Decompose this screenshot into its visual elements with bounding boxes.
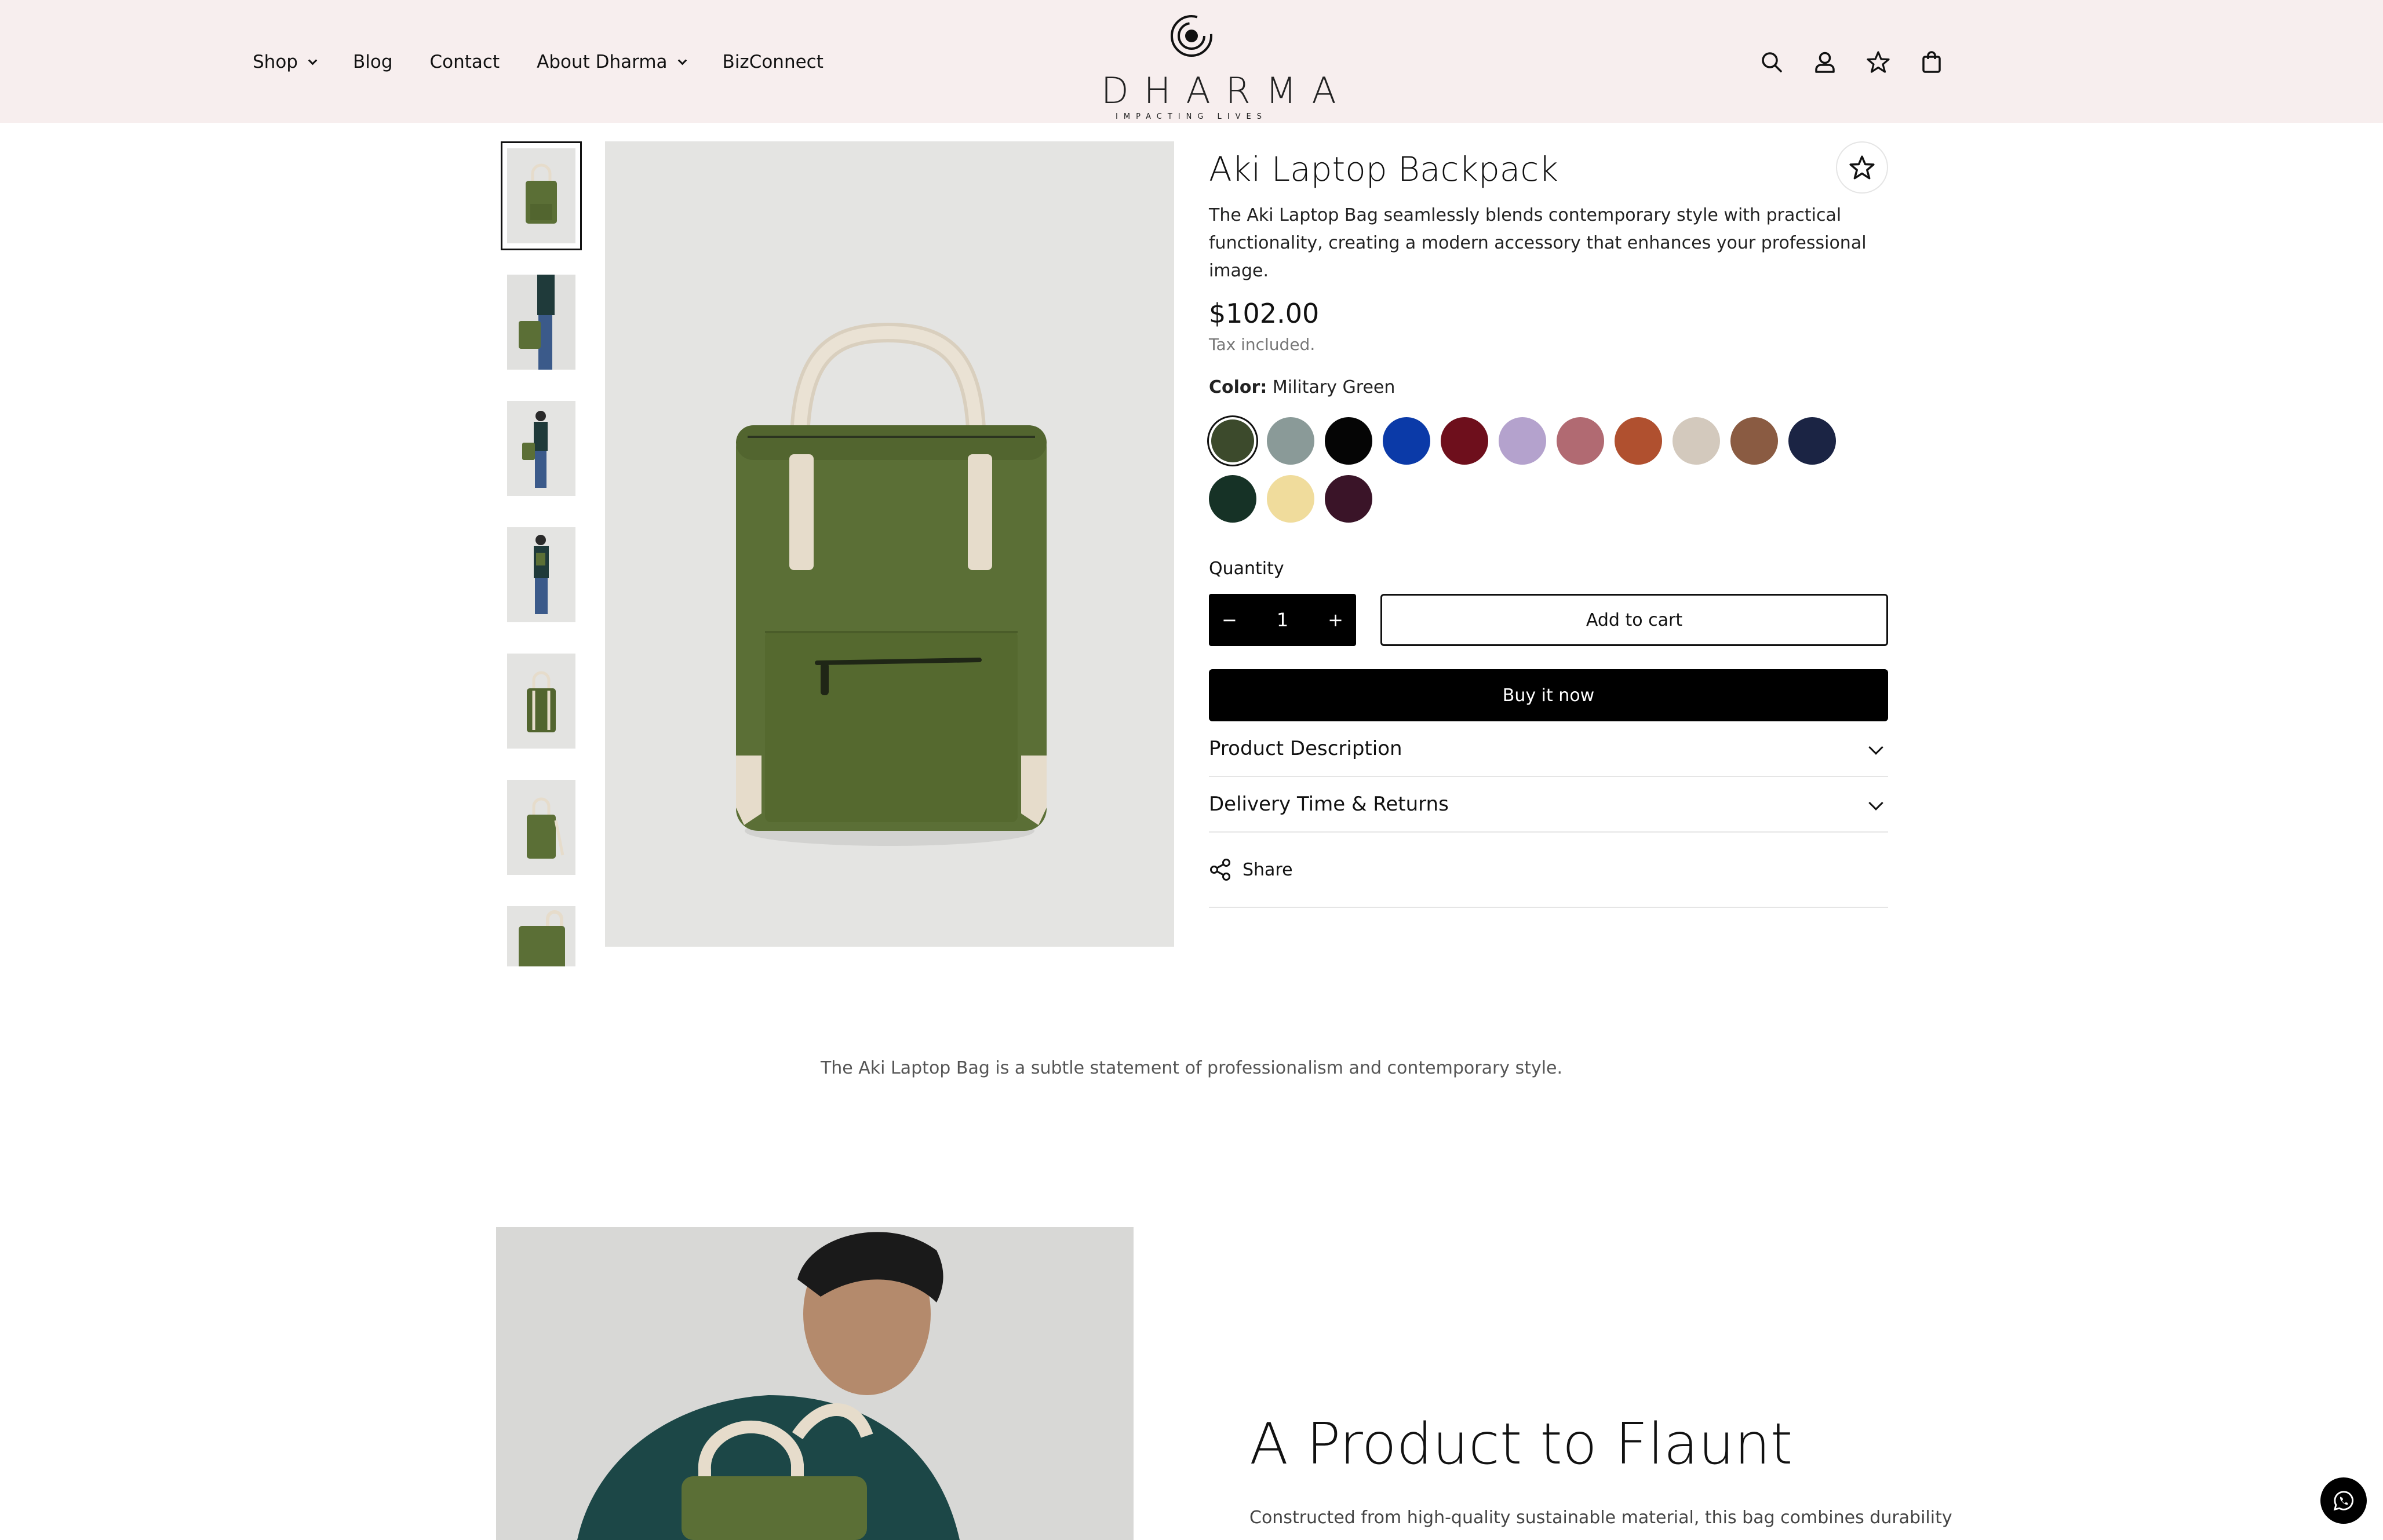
- color-swatch[interactable]: [1441, 417, 1488, 465]
- quantity-decrease-button[interactable]: −: [1222, 609, 1237, 631]
- thumbnail-image: [507, 906, 575, 966]
- main-nav: Shop Blog Contact About Dharma BizConnec…: [253, 48, 861, 76]
- thumbnail-image: [507, 780, 575, 875]
- thumbnail-3[interactable]: [501, 394, 582, 503]
- feature-text: Constructed from high-quality sustainabl…: [1249, 1508, 1952, 1528]
- product-info: Aki Laptop Backpack The Aki Laptop Bag s…: [1209, 141, 1888, 908]
- main-product-image[interactable]: [605, 141, 1174, 947]
- quantity-stepper: − 1 +: [1209, 594, 1356, 646]
- nav-contact[interactable]: Contact: [430, 52, 500, 72]
- backpack-illustration: [605, 141, 1174, 947]
- chevron-down-icon: [1868, 740, 1883, 755]
- star-icon: [1849, 155, 1875, 180]
- logo-tagline: IMPACTING LIVES: [1116, 112, 1267, 121]
- share-button[interactable]: Share: [1209, 833, 1888, 908]
- color-label: Color:: [1209, 377, 1267, 397]
- color-swatches: [1209, 417, 1858, 533]
- color-swatch[interactable]: [1730, 417, 1778, 465]
- cart-bag-icon[interactable]: [1916, 46, 1947, 78]
- chevron-down-icon: [677, 56, 687, 65]
- color-swatch[interactable]: [1209, 475, 1256, 523]
- product-title: Aki Laptop Backpack: [1209, 149, 1558, 189]
- product-tagline: The Aki Laptop Bag is a subtle statement…: [820, 1058, 1563, 1078]
- thumbnail-6[interactable]: [501, 773, 582, 882]
- thumbnail-strip: [501, 141, 582, 966]
- nav-contact-label: Contact: [429, 52, 500, 72]
- wishlist-star-icon[interactable]: [1863, 46, 1894, 78]
- logo-mark-icon: [1171, 15, 1212, 57]
- color-swatch[interactable]: [1615, 417, 1662, 465]
- product-description: The Aki Laptop Bag seamlessly blends con…: [1209, 205, 1867, 281]
- color-swatch[interactable]: [1267, 417, 1314, 465]
- model-with-backpack-illustration: [496, 1227, 1134, 1540]
- search-icon[interactable]: [1756, 46, 1787, 78]
- add-to-wishlist-button[interactable]: [1836, 141, 1888, 194]
- thumbnail-7[interactable]: [501, 899, 582, 966]
- chevron-down-icon: [1868, 795, 1883, 811]
- thumbnail-image: [507, 654, 575, 749]
- accordion-label: Delivery Time & Returns: [1209, 793, 1449, 816]
- account-icon[interactable]: [1809, 46, 1841, 78]
- quantity-value[interactable]: 1: [1277, 609, 1288, 631]
- whatsapp-chat-button[interactable]: [2320, 1477, 2367, 1524]
- color-swatch[interactable]: [1209, 417, 1256, 465]
- accordion-label: Product Description: [1209, 737, 1402, 760]
- color-swatch[interactable]: [1788, 417, 1836, 465]
- thumbnail-5[interactable]: [501, 647, 582, 756]
- accordion-delivery-returns[interactable]: Delivery Time & Returns: [1209, 777, 1888, 833]
- thumbnail-image: [507, 275, 575, 370]
- nav-about-label: About Dharma: [537, 52, 668, 72]
- nav-bizconnect-label: BizConnect: [722, 52, 824, 72]
- color-swatch[interactable]: [1673, 417, 1720, 465]
- site-logo[interactable]: DHARMA IMPACTING LIVES: [1101, 13, 1351, 121]
- nav-shop-label: Shop: [253, 52, 298, 72]
- thumbnail-image: [507, 401, 575, 496]
- chevron-down-icon: [308, 56, 318, 65]
- header-icons: [1734, 46, 1947, 78]
- thumbnail-1[interactable]: [501, 141, 582, 250]
- site-header: Shop Blog Contact About Dharma BizConnec…: [0, 0, 2383, 123]
- nav-shop[interactable]: Shop: [253, 52, 318, 72]
- nav-bizconnect[interactable]: BizConnect: [723, 52, 824, 72]
- color-swatch[interactable]: [1557, 417, 1604, 465]
- whatsapp-icon: [2333, 1491, 2353, 1511]
- color-selection-label: Color: Military Green: [1209, 377, 1888, 397]
- product-price: $102.00: [1209, 298, 1320, 329]
- purchase-row: − 1 + Add to cart: [1209, 594, 1888, 646]
- nav-blog[interactable]: Blog: [353, 52, 393, 72]
- logo-wordmark: DHARMA: [1101, 70, 1351, 112]
- thumbnail-image: [507, 527, 575, 622]
- share-icon: [1210, 859, 1230, 881]
- color-swatch[interactable]: [1325, 417, 1372, 465]
- nav-about[interactable]: About Dharma: [537, 52, 687, 72]
- nav-blog-label: Blog: [352, 52, 393, 72]
- buy-it-now-button[interactable]: Buy it now: [1209, 669, 1888, 721]
- quantity-increase-button[interactable]: +: [1328, 609, 1343, 631]
- feature-heading: A Product to Flaunt: [1249, 1411, 1793, 1477]
- add-to-cart-button[interactable]: Add to cart: [1380, 594, 1888, 646]
- accordion-product-description[interactable]: Product Description: [1209, 721, 1888, 777]
- color-swatch[interactable]: [1267, 475, 1314, 523]
- tax-note: Tax included.: [1209, 335, 1316, 354]
- color-swatch[interactable]: [1499, 417, 1546, 465]
- color-swatch[interactable]: [1325, 475, 1372, 523]
- color-value: Military Green: [1272, 377, 1395, 397]
- color-swatch[interactable]: [1383, 417, 1430, 465]
- quantity-label: Quantity: [1209, 559, 1284, 579]
- share-label: Share: [1242, 859, 1293, 880]
- lifestyle-image: [496, 1227, 1134, 1540]
- thumbnail-image: [507, 148, 575, 243]
- thumbnail-4[interactable]: [501, 520, 582, 629]
- thumbnail-2[interactable]: [501, 268, 582, 377]
- accordions: Product Description Delivery Time & Retu…: [1209, 721, 1888, 833]
